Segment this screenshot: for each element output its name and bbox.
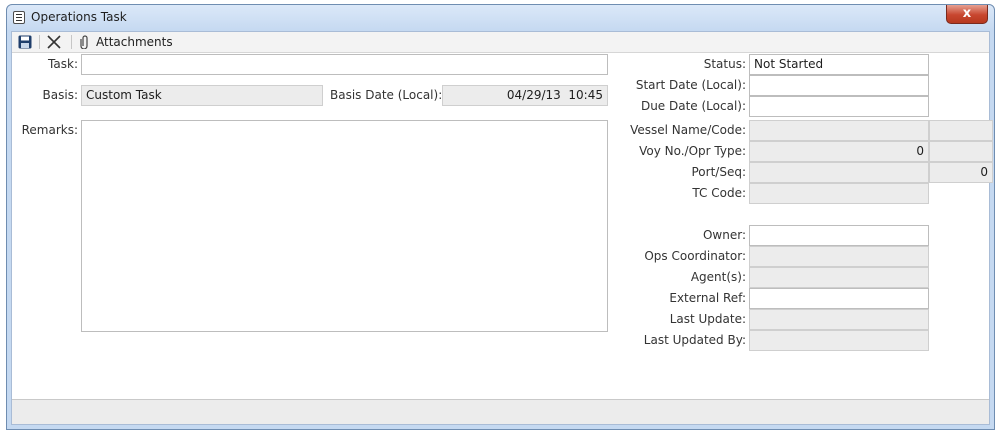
status-label: Status: [703, 57, 746, 71]
form-window-icon [13, 11, 25, 24]
vessel-label: Vessel Name/Code: [630, 123, 746, 137]
basis-label: Basis: [42, 88, 78, 102]
task-input[interactable] [81, 54, 608, 75]
vessel-code-field [929, 120, 993, 141]
tc-code-label: TC Code: [692, 186, 746, 200]
window-title: Operations Task [31, 10, 127, 24]
voy-label: Voy No./Opr Type: [639, 144, 746, 158]
status-dropdown[interactable]: Not Started [749, 54, 929, 75]
agents-label: Agent(s): [690, 270, 746, 284]
attachments-label: Attachments [96, 35, 173, 49]
owner-input[interactable] [749, 225, 929, 246]
save-button[interactable] [18, 34, 32, 50]
last-updated-by-field [749, 330, 929, 351]
paperclip-icon [80, 35, 88, 49]
operations-task-window: Operations Task x Attachments Task: Basi… [6, 4, 995, 430]
x-icon [47, 35, 61, 49]
floppy-disk-icon [18, 35, 32, 49]
last-update-label: Last Update: [669, 312, 746, 326]
remarks-textarea[interactable] [81, 120, 608, 332]
last-updated-by-label: Last Updated By: [643, 333, 746, 347]
status-bar [12, 399, 989, 424]
attachments-button[interactable]: Attachments [80, 34, 173, 50]
owner-label: Owner: [702, 228, 746, 242]
port-field [749, 162, 929, 183]
due-date-label: Due Date (Local): [640, 99, 746, 113]
external-ref-label: External Ref: [669, 291, 746, 305]
vessel-name-field [749, 120, 929, 141]
window-client-area: Attachments Task: Basis: Custom Task Bas… [11, 31, 993, 425]
port-label: Port/Seq: [691, 165, 747, 179]
due-date-input[interactable] [749, 96, 929, 117]
remarks-label: Remarks: [21, 123, 78, 137]
basis-field: Custom Task [81, 85, 323, 106]
seq-field: 0 [929, 162, 993, 183]
ops-coordinator-label: Ops Coordinator: [644, 249, 746, 263]
task-form: Task: Basis: Custom Task Basis Date (Loc… [12, 53, 993, 407]
title-bar: Operations Task x [7, 5, 994, 31]
last-update-field [749, 309, 929, 330]
basis-date-field: 04/29/13 10:45 [442, 85, 608, 106]
toolbar: Attachments [12, 32, 989, 53]
ops-coordinator-field [749, 246, 929, 267]
task-label: Task: [48, 57, 78, 71]
delete-button[interactable] [47, 34, 61, 50]
basis-date-label: Basis Date (Local): [330, 88, 443, 102]
agents-field [749, 267, 929, 288]
voy-no-field: 0 [749, 141, 929, 162]
close-button[interactable]: x [946, 5, 988, 24]
opr-type-field [929, 141, 993, 162]
tc-code-field [749, 183, 929, 204]
start-date-label: Start Date (Local): [635, 78, 746, 92]
toolbar-separator [71, 35, 72, 49]
external-ref-input[interactable] [749, 288, 929, 309]
start-date-input[interactable] [749, 75, 929, 96]
toolbar-separator [39, 35, 40, 49]
